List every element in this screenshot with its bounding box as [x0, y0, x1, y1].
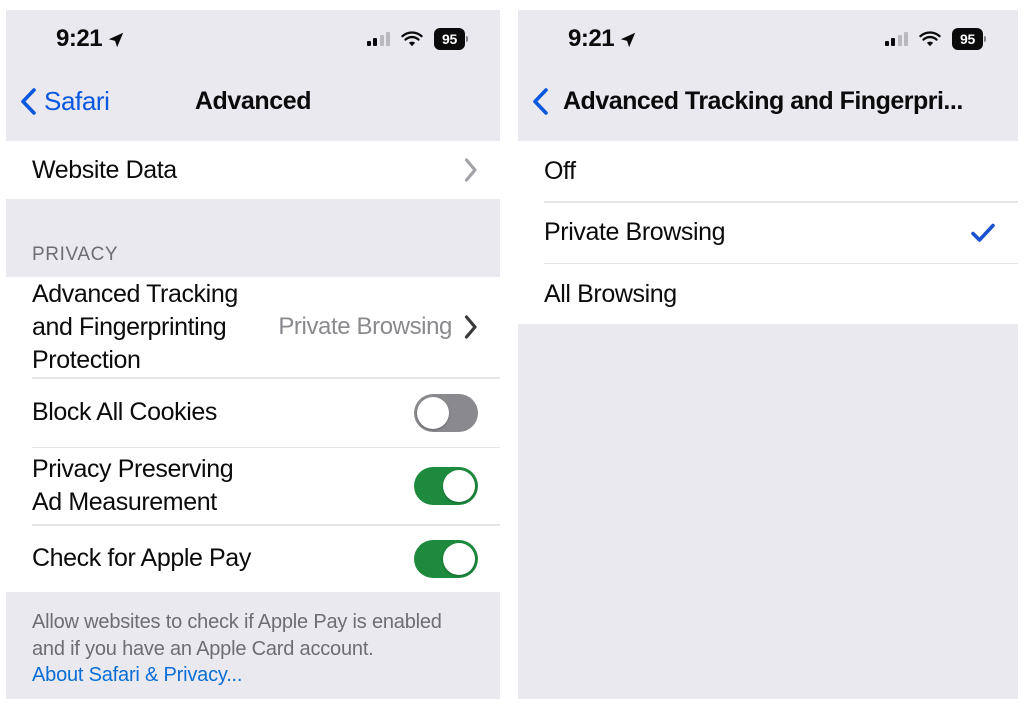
status-bar-right-group: 95	[366, 28, 468, 50]
chevron-left-icon	[21, 88, 36, 115]
about-safari-privacy-link[interactable]: About Safari & Privacy...	[32, 664, 474, 687]
row-website-data-label: Website Data	[32, 155, 177, 184]
cellular-bars-icon	[884, 32, 908, 46]
battery-icon: 95	[952, 28, 986, 50]
status-time: 9:21	[56, 25, 103, 52]
options-list: Off Private Browsing All Browsing	[518, 141, 1018, 324]
back-button[interactable]	[532, 88, 549, 115]
chevron-right-icon	[464, 158, 477, 182]
footer-text-line-1: Allow websites to check if Apple Pay is …	[32, 610, 442, 633]
status-time: 9:21	[568, 25, 615, 52]
chevron-right-icon	[464, 315, 477, 339]
toggle-check-for-apple-pay[interactable]	[414, 539, 478, 578]
location-arrow-icon	[108, 32, 124, 47]
toggle-privacy-ad-measurement[interactable]	[414, 467, 478, 505]
option-private-browsing[interactable]: Private Browsing	[518, 202, 1018, 263]
row-privacy-ad-measurement[interactable]: Privacy Preserving Ad Measurement	[6, 448, 500, 524]
toggle-block-all-cookies[interactable]	[414, 393, 478, 432]
options-list-container: Off Private Browsing All Browsing	[518, 141, 1018, 699]
row-check-for-apple-pay-label: Check for Apple Pay	[32, 544, 251, 572]
location-arrow-icon	[620, 32, 636, 47]
option-private-browsing-label: Private Browsing	[544, 218, 726, 246]
nav-bar-left: Safari Advanced	[6, 62, 500, 141]
chevron-left-icon	[533, 88, 548, 115]
option-off[interactable]: Off	[518, 141, 1018, 201]
status-bar-right-group: 95	[884, 28, 986, 50]
wifi-icon	[401, 30, 423, 46]
option-off-label: Off	[544, 156, 576, 185]
screenshot-stage: 9:21 95 Safari Advanced Website Data PRI…	[0, 0, 1024, 709]
cellular-bars-icon	[366, 32, 390, 46]
empty-area	[518, 324, 1018, 699]
footer-apple-pay-note: Allow websites to check if Apple Pay is …	[6, 591, 500, 699]
option-all-browsing[interactable]: All Browsing	[518, 264, 1018, 324]
back-button-safari[interactable]: Safari	[20, 86, 110, 117]
row-website-data[interactable]: Website Data	[6, 141, 500, 199]
row-advanced-tracking-value: Private Browsing	[278, 313, 452, 340]
status-bar-left-group: 9:21	[568, 25, 637, 53]
battery-icon: 95	[434, 28, 468, 50]
battery-level: 95	[434, 28, 465, 50]
footer-text-line-2: and if you have an Apple Card account.	[32, 638, 374, 661]
right-phone-panel: 9:21 95 Advanced Tracking and Fingerpri.…	[518, 10, 1018, 699]
row-block-all-cookies-label: Block All Cookies	[32, 398, 217, 426]
row-advanced-tracking[interactable]: Advanced Tracking and Fingerprinting Pro…	[6, 277, 500, 377]
option-all-browsing-label: All Browsing	[544, 279, 677, 308]
settings-list-left: Website Data PRIVACY Advanced Tracking a…	[6, 141, 500, 592]
nav-bar-right: Advanced Tracking and Fingerpri...	[518, 62, 1018, 141]
back-button-label: Safari	[44, 86, 110, 116]
section-header-privacy-label: PRIVACY	[32, 244, 119, 265]
checkmark-icon	[971, 223, 995, 242]
battery-level: 95	[952, 28, 983, 50]
section-header-privacy: PRIVACY	[6, 199, 500, 277]
wifi-icon	[919, 30, 941, 46]
status-bar-left: 9:21 95	[6, 10, 500, 62]
row-privacy-ad-measurement-label: Privacy Preserving Ad Measurement	[32, 455, 234, 516]
row-advanced-tracking-label: Advanced Tracking and Fingerprinting Pro…	[32, 279, 238, 374]
status-bar-right: 9:21 95	[518, 10, 1018, 62]
page-title-advanced-tracking: Advanced Tracking and Fingerpri...	[563, 87, 963, 115]
status-bar-left-group: 9:21	[56, 25, 125, 53]
row-block-all-cookies[interactable]: Block All Cookies	[6, 378, 500, 447]
row-check-for-apple-pay[interactable]: Check for Apple Pay	[6, 525, 500, 592]
left-phone-panel: 9:21 95 Safari Advanced Website Data PRI…	[6, 10, 500, 699]
